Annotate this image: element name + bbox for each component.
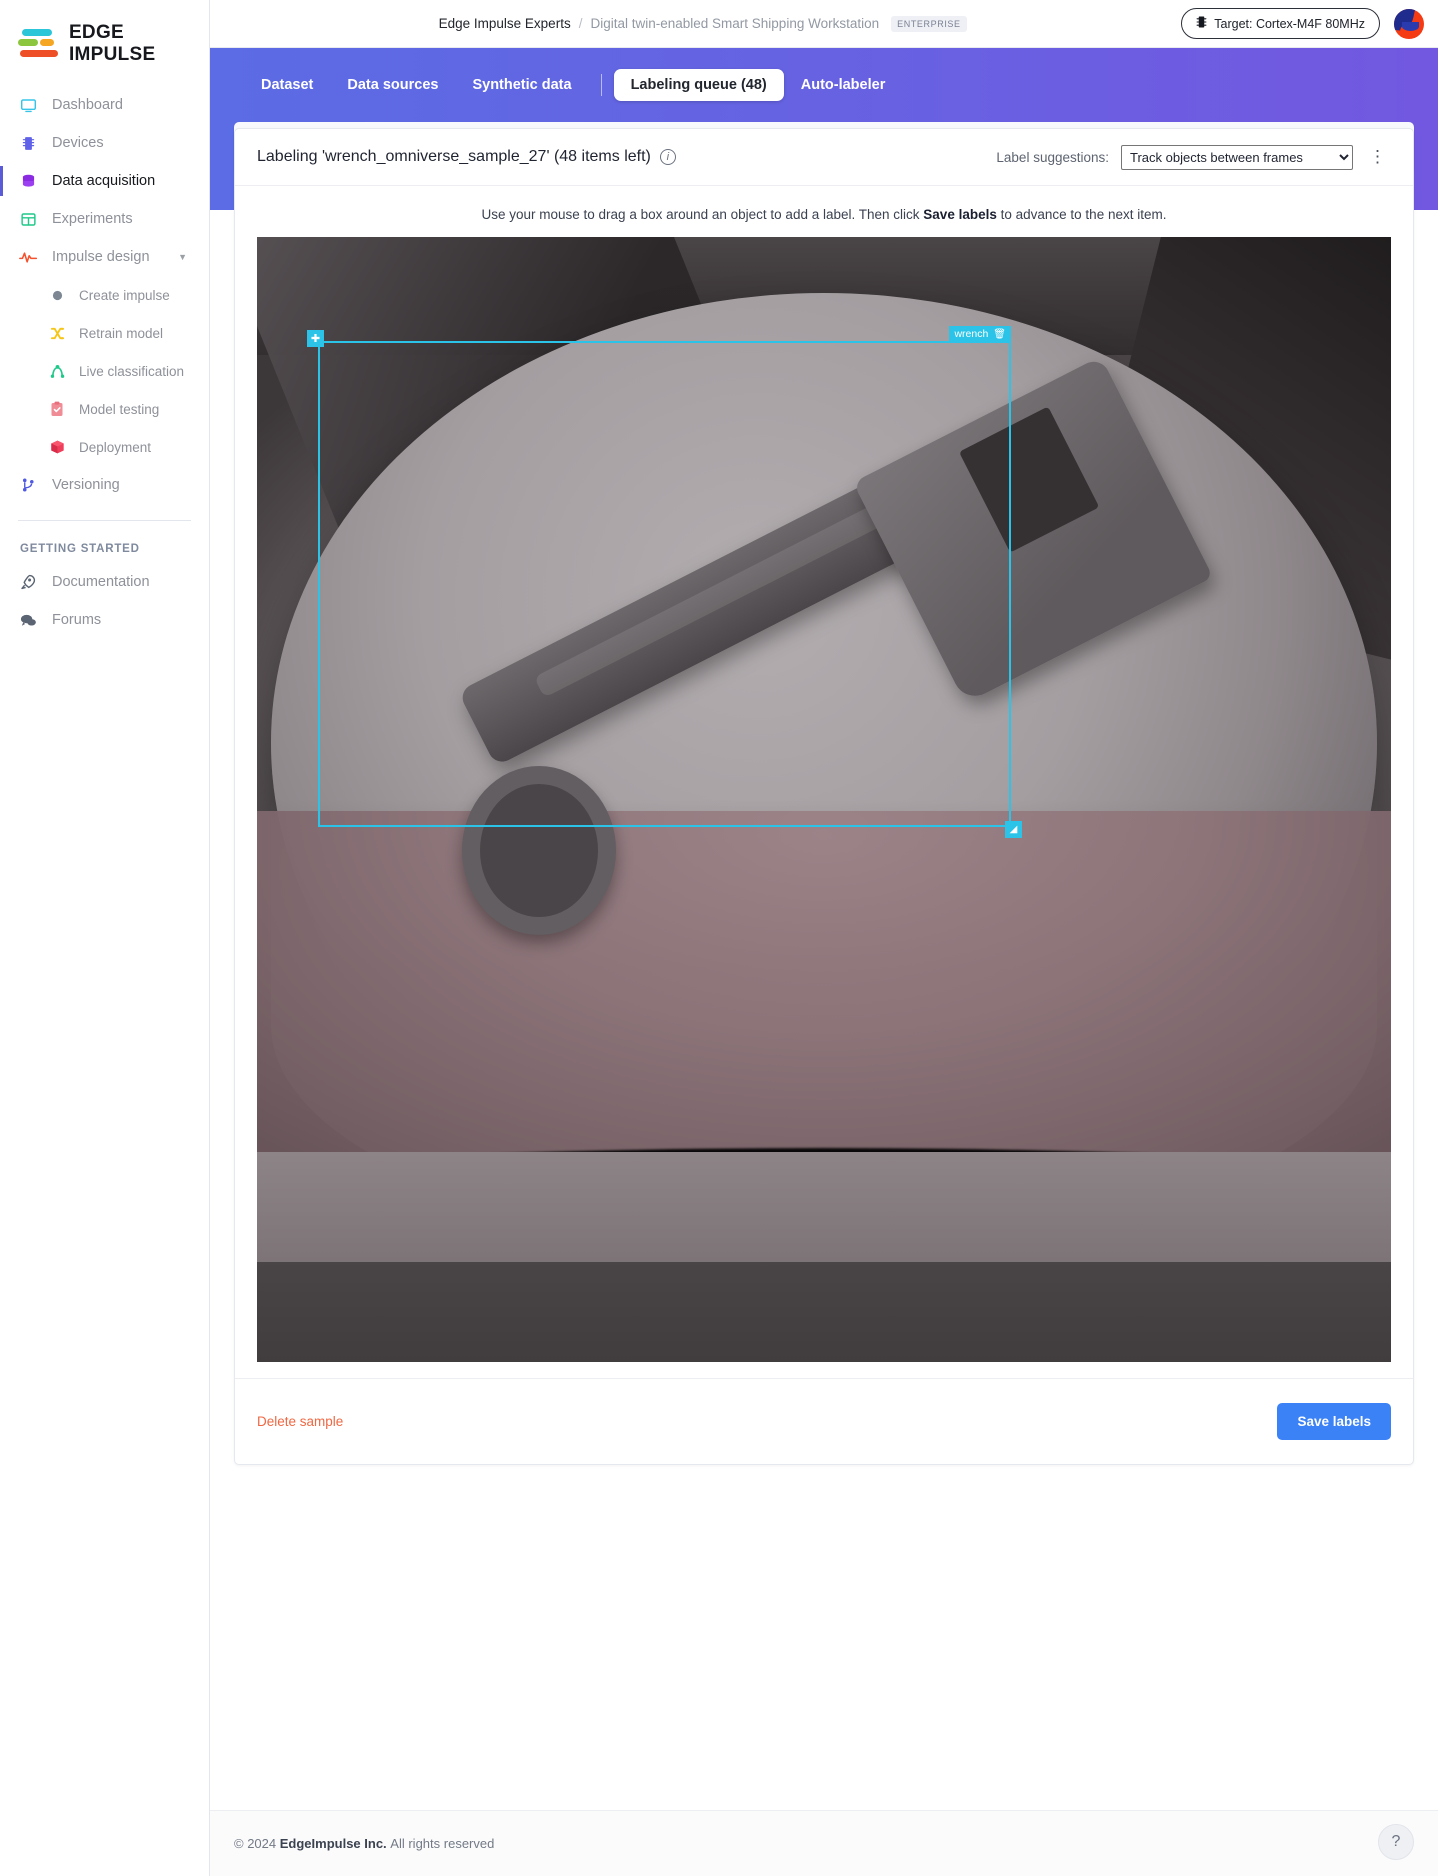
edge-impulse-logo-icon xyxy=(18,27,58,61)
info-icon[interactable]: i xyxy=(659,149,676,165)
sidebar-group-title: GETTING STARTED xyxy=(20,543,140,555)
breadcrumb-project[interactable]: Digital twin-enabled Smart Shipping Work… xyxy=(590,16,879,31)
footer-rights: All rights reserved xyxy=(390,1836,495,1851)
instructions-bold: Save labels xyxy=(923,207,997,222)
delete-sample-button[interactable]: Delete sample xyxy=(257,1414,343,1429)
sidebar-item-label: Data acquisition xyxy=(52,173,156,189)
sidebar-subitem-label: Live classification xyxy=(79,363,185,379)
chevron-down-icon[interactable]: ▼ xyxy=(178,252,187,262)
tab-auto-labeler[interactable]: Auto-labeler xyxy=(784,69,903,101)
image-bottom-band xyxy=(257,1262,1391,1362)
bounding-box-label[interactable]: wrench 🗑 xyxy=(949,326,1011,342)
help-button[interactable]: ? xyxy=(1378,1824,1414,1860)
labeling-card-header: Labeling 'wrench_omniverse_sample_27' (4… xyxy=(235,129,1413,186)
label-suggestions-select[interactable]: Track objects between frames xyxy=(1121,144,1353,170)
label-suggestions-label: Label suggestions: xyxy=(996,149,1109,165)
more-options-icon[interactable]: ⋮ xyxy=(1365,148,1391,165)
monitor-icon xyxy=(18,95,38,115)
image-mid-band xyxy=(257,1152,1391,1262)
sidebar-item-create-impulse[interactable]: Create impulse xyxy=(0,276,209,314)
avatar[interactable] xyxy=(1394,8,1424,39)
chip-icon xyxy=(1196,15,1207,32)
grid-icon xyxy=(18,209,38,229)
dot-icon xyxy=(48,286,66,304)
tab-synthetic-data[interactable]: Synthetic data xyxy=(455,69,588,101)
sidebar-subitem-label: Model testing xyxy=(79,401,160,417)
nav-tabs: Dataset Data sources Synthetic data Labe… xyxy=(234,48,1414,122)
rocket-icon xyxy=(18,572,38,592)
bounding-box-label-text: wrench xyxy=(954,328,989,340)
sidebar-nav: Dashboard Devices Data acquisition Exper… xyxy=(0,86,209,504)
tab-divider xyxy=(600,74,602,96)
footer-company: EdgeImpulse Inc. xyxy=(279,1836,387,1851)
sidebar-divider xyxy=(18,520,191,521)
git-branch-icon xyxy=(18,475,38,495)
database-icon xyxy=(18,171,38,191)
sidebar-item-versioning[interactable]: Versioning xyxy=(0,466,209,504)
top-bar: Edge Impulse Experts / Digital twin-enab… xyxy=(210,0,1438,48)
tab-dataset[interactable]: Dataset xyxy=(244,69,330,101)
plan-badge: ENTERPRISE xyxy=(891,15,967,32)
breadcrumb: Edge Impulse Experts / Digital twin-enab… xyxy=(224,15,1181,32)
instructions-text: Use your mouse to drag a box around an o… xyxy=(235,186,1413,237)
app-root: EDGE IMPULSE Dashboard Devices Data acqu… xyxy=(0,0,1438,1876)
box-icon xyxy=(48,438,66,456)
sidebar-item-label: Experiments xyxy=(52,211,133,227)
sidebar-item-label: Devices xyxy=(52,135,104,151)
footer-copyright: © 2024 xyxy=(234,1836,277,1851)
instructions-before: Use your mouse to drag a box around an o… xyxy=(481,207,920,222)
page-footer: © 2024 EdgeImpulse Inc. All rights reser… xyxy=(210,1810,1438,1876)
target-label: Target: Cortex-M4F 80MHz xyxy=(1214,16,1365,31)
sidebar-item-deployment[interactable]: Deployment xyxy=(0,428,209,466)
labeling-card: Labeling 'wrench_omniverse_sample_27' (4… xyxy=(234,128,1414,1465)
sidebar-item-forums[interactable]: Forums xyxy=(0,601,209,639)
instructions-after: to advance to the next item. xyxy=(1000,207,1167,222)
sidebar-subitem-label: Deployment xyxy=(79,439,152,455)
resize-handle-icon[interactable]: ◢ xyxy=(1005,821,1022,838)
pulse-icon xyxy=(18,247,38,267)
clipboard-check-icon xyxy=(48,400,66,418)
brand-logo[interactable]: EDGE IMPULSE xyxy=(0,0,209,66)
sidebar-item-data-acquisition[interactable]: Data acquisition xyxy=(0,162,209,200)
sidebar-subitem-label: Create impulse xyxy=(79,287,170,303)
chip-icon xyxy=(18,133,38,153)
breadcrumb-separator: / xyxy=(578,16,583,31)
sidebar-item-label: Impulse design xyxy=(52,249,150,265)
sidebar-item-model-testing[interactable]: Model testing xyxy=(0,390,209,428)
sample-image-wrapper: ✚ wrench 🗑 ◢ xyxy=(235,237,1413,1362)
page-title: Labeling 'wrench_omniverse_sample_27' (4… xyxy=(257,148,651,165)
labeling-header-controls: Label suggestions: Track objects between… xyxy=(996,144,1391,170)
sidebar: EDGE IMPULSE Dashboard Devices Data acqu… xyxy=(0,0,210,1876)
trash-icon[interactable]: 🗑 xyxy=(993,329,1006,340)
sidebar-subitem-label: Retrain model xyxy=(79,325,164,341)
sidebar-item-retrain-model[interactable]: Retrain model xyxy=(0,314,209,352)
shuffle-icon xyxy=(48,324,66,342)
labeling-card-footer: Delete sample Save labels xyxy=(235,1378,1413,1464)
chat-icon xyxy=(18,610,38,630)
sidebar-item-label: Dashboard xyxy=(52,97,123,113)
sidebar-item-impulse-design[interactable]: Impulse design ▼ xyxy=(0,238,209,276)
breadcrumb-owner[interactable]: Edge Impulse Experts xyxy=(439,16,571,31)
move-handle-icon[interactable]: ✚ xyxy=(307,330,324,347)
sidebar-item-experiments[interactable]: Experiments xyxy=(0,200,209,238)
sidebar-item-devices[interactable]: Devices xyxy=(0,124,209,162)
sidebar-item-label: Documentation xyxy=(52,574,150,590)
sample-image-canvas[interactable]: ✚ wrench 🗑 ◢ xyxy=(257,237,1391,1362)
main-area: Edge Impulse Experts / Digital twin-enab… xyxy=(210,0,1438,1876)
sidebar-item-documentation[interactable]: Documentation xyxy=(0,563,209,601)
sidebar-item-live-classification[interactable]: Live classification xyxy=(0,352,209,390)
tab-labeling-queue[interactable]: Labeling queue (48) xyxy=(613,69,784,101)
sidebar-item-label: Forums xyxy=(52,612,102,628)
target-button[interactable]: Target: Cortex-M4F 80MHz xyxy=(1181,8,1380,39)
sidebar-item-label: Versioning xyxy=(52,477,120,493)
tab-data-sources[interactable]: Data sources xyxy=(330,69,455,101)
save-labels-button[interactable]: Save labels xyxy=(1277,1403,1391,1440)
sidebar-item-dashboard[interactable]: Dashboard xyxy=(0,86,209,124)
bounding-box[interactable]: ✚ wrench 🗑 ◢ xyxy=(307,326,1022,838)
brand-name: EDGE IMPULSE xyxy=(68,22,156,65)
network-icon xyxy=(48,362,66,380)
